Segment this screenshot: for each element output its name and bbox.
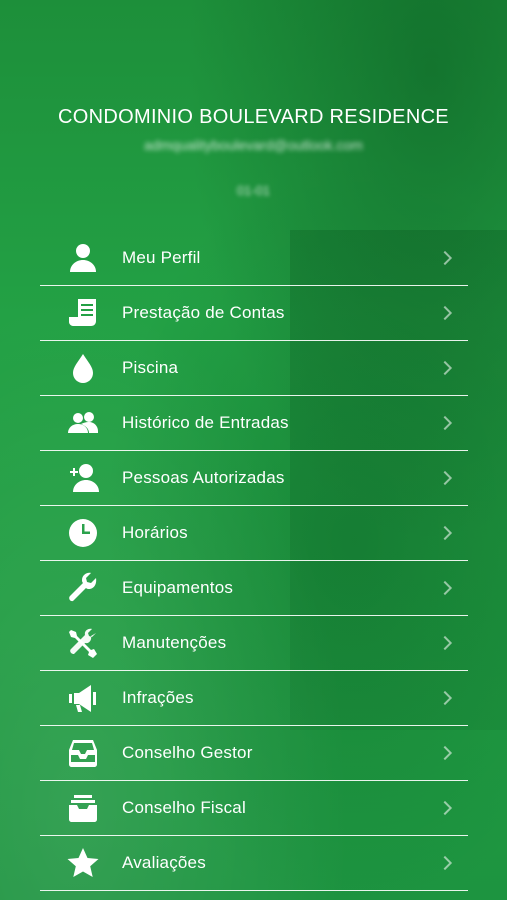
menu-item-label: Meu Perfil [122, 248, 201, 267]
chevron-right-icon [437, 690, 453, 706]
menu-item-prestacao-de-contas[interactable]: Prestação de Contas [40, 286, 468, 341]
menu-item-avaliacoes[interactable]: Avaliações [40, 836, 468, 891]
menu-item-manutencoes[interactable]: Manutenções [40, 616, 468, 671]
menu-item-pessoas-autorizadas[interactable]: Pessoas Autorizadas [40, 451, 468, 506]
menu-item-label: Equipamentos [122, 578, 234, 597]
menu-item-label: Horários [122, 523, 188, 542]
unit-number: 01-01 [236, 183, 271, 198]
chevron-right-icon [437, 580, 453, 596]
wrench-icon [64, 571, 102, 605]
condominium-title: CONDOMINIO BOULEVARD RESIDENCE [58, 106, 449, 128]
menu-item-label: Conselho Gestor [122, 743, 253, 762]
menu-item-label: Manutenções [122, 633, 227, 652]
menu-item-equipamentos[interactable]: Equipamentos [40, 561, 468, 616]
archive-icon [64, 791, 102, 825]
chevron-right-icon [437, 635, 453, 651]
menu-item-historico-de-entradas[interactable]: Histórico de Entradas [40, 396, 468, 451]
main-menu: Meu Perfil Prestação de Contas Piscina H… [40, 231, 468, 891]
group-icon [64, 406, 102, 440]
add-user-icon [64, 461, 102, 495]
user-email: admqualityboulevard@outlook.com [144, 137, 363, 153]
water-drop-icon [64, 351, 102, 385]
star-icon [64, 846, 102, 880]
menu-item-label: Avaliações [122, 853, 206, 872]
chevron-right-icon [437, 250, 453, 266]
menu-item-label: Infrações [122, 688, 194, 707]
chevron-right-icon [437, 470, 453, 486]
menu-item-label: Piscina [122, 358, 179, 377]
clock-icon [64, 516, 102, 550]
menu-item-label: Conselho Fiscal [122, 798, 246, 817]
menu-item-piscina[interactable]: Piscina [40, 341, 468, 396]
menu-item-conselho-fiscal[interactable]: Conselho Fiscal [40, 781, 468, 836]
header: CONDOMINIO BOULEVARD RESIDENCE admqualit… [0, 106, 507, 198]
menu-item-meu-perfil[interactable]: Meu Perfil [40, 231, 468, 286]
tools-icon [64, 626, 102, 660]
menu-item-label: Histórico de Entradas [122, 413, 289, 432]
menu-item-label: Prestação de Contas [122, 303, 285, 322]
chevron-right-icon [437, 800, 453, 816]
receipt-icon [64, 296, 102, 330]
chevron-right-icon [437, 305, 453, 321]
chevron-right-icon [437, 745, 453, 761]
menu-item-conselho-gestor[interactable]: Conselho Gestor [40, 726, 468, 781]
menu-item-label: Pessoas Autorizadas [122, 468, 285, 487]
megaphone-icon [64, 681, 102, 715]
chevron-right-icon [437, 855, 453, 871]
chevron-right-icon [437, 360, 453, 376]
chevron-right-icon [437, 415, 453, 431]
menu-item-horarios[interactable]: Horários [40, 506, 468, 561]
chevron-right-icon [437, 525, 453, 541]
menu-item-infracoes[interactable]: Infrações [40, 671, 468, 726]
inbox-icon [64, 736, 102, 770]
user-icon [64, 241, 102, 275]
